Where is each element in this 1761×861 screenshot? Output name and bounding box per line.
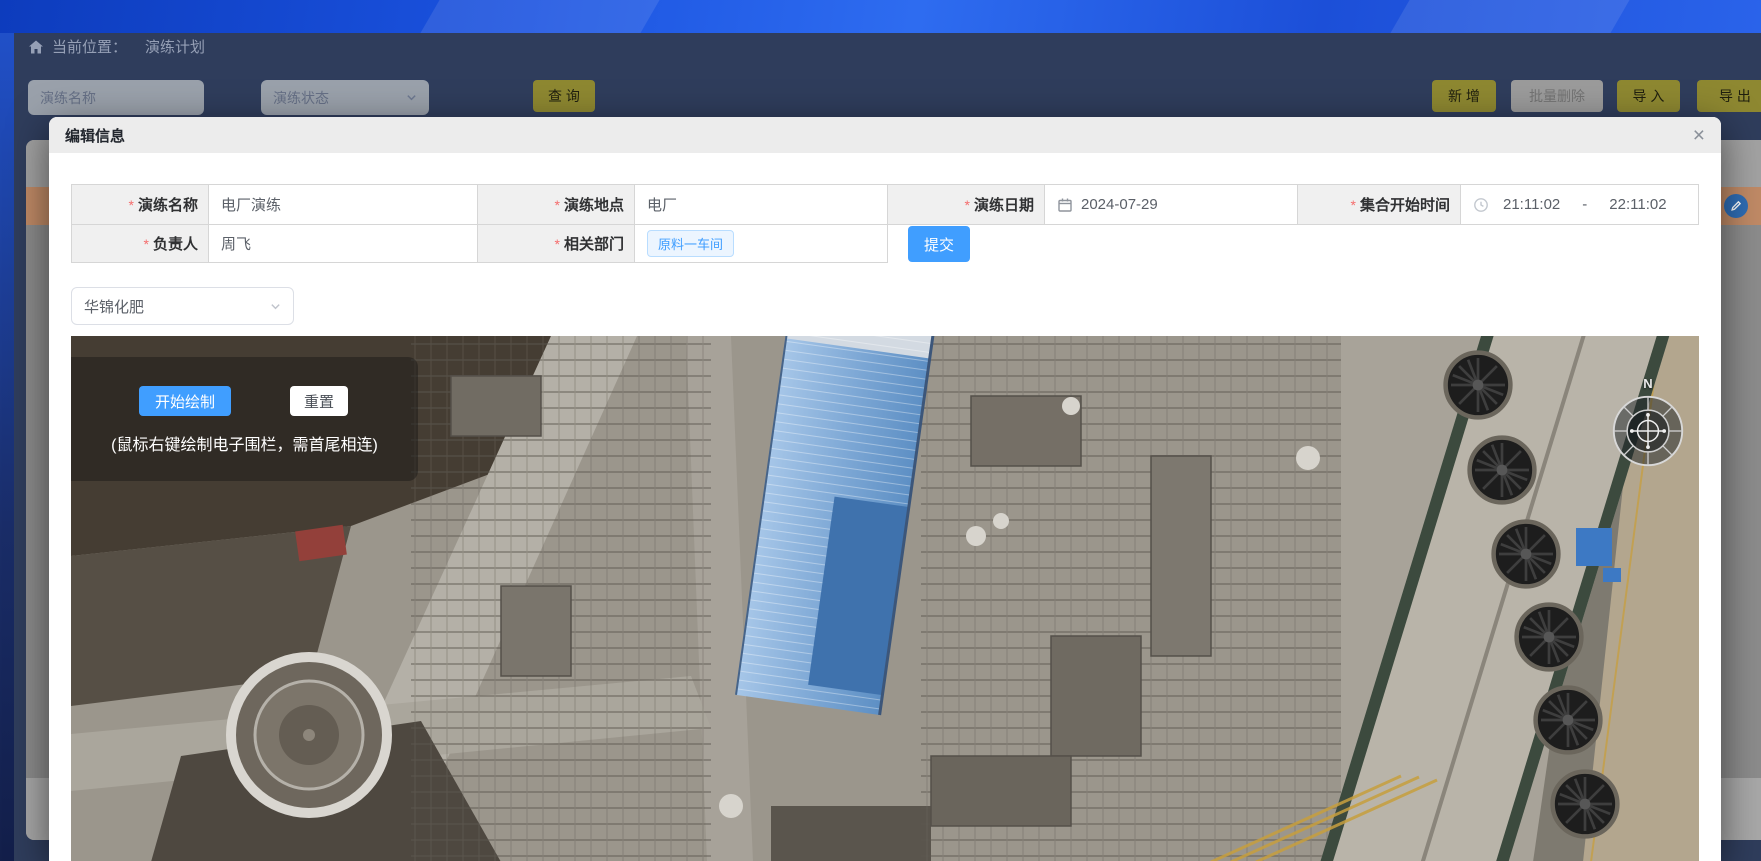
drill-date-picker[interactable]: 2024-07-29 bbox=[1045, 185, 1298, 225]
drill-status-placeholder: 演练状态 bbox=[273, 88, 329, 108]
fence-draw-panel: 开始绘制 重置 (鼠标右键绘制电子围栏，需首尾相连) bbox=[71, 357, 418, 481]
close-icon[interactable]: × bbox=[1693, 125, 1705, 146]
time-separator: - bbox=[1582, 196, 1587, 213]
drill-status-select[interactable]: 演练状态 bbox=[261, 80, 429, 115]
search-button[interactable]: 查 询 bbox=[533, 80, 595, 112]
draw-hint-text: (鼠标右键绘制电子围栏，需首尾相连) bbox=[71, 431, 418, 455]
edit-pencil-icon bbox=[1730, 200, 1742, 212]
home-icon bbox=[28, 39, 44, 55]
drill-name-label: * 演练名称 bbox=[72, 185, 209, 225]
drill-name-value[interactable]: 电厂演练 bbox=[209, 185, 478, 225]
edit-info-dialog: 编辑信息 × * 演练名称 电厂演练 * 演练地点 电厂 bbox=[49, 117, 1721, 861]
compass-dial-icon bbox=[1610, 393, 1686, 469]
drill-form: * 演练名称 电厂演练 * 演练地点 电厂 * 演练日期 bbox=[71, 184, 1699, 263]
storage-tank bbox=[231, 657, 387, 813]
add-button[interactable]: 新 增 bbox=[1432, 80, 1496, 112]
drill-name-input[interactable] bbox=[28, 80, 204, 115]
dept-value[interactable]: 原料一车间 bbox=[635, 225, 888, 263]
import-button[interactable]: 导 入 bbox=[1617, 80, 1680, 112]
drill-place-value[interactable]: 电厂 bbox=[635, 185, 888, 225]
start-draw-button[interactable]: 开始绘制 bbox=[139, 386, 231, 416]
compass-north-label: N bbox=[1608, 376, 1688, 391]
time-start: 21:11:02 bbox=[1503, 196, 1560, 213]
export-button[interactable]: 导 出 bbox=[1697, 80, 1761, 112]
breadcrumb-current: 演练计划 bbox=[145, 36, 205, 57]
fence-drawing-map[interactable]: 开始绘制 重置 (鼠标右键绘制电子围栏，需首尾相连) N bbox=[71, 336, 1699, 861]
dialog-title: 编辑信息 bbox=[65, 125, 125, 146]
required-asterisk: * bbox=[144, 236, 149, 252]
company-select-value: 华锦化肥 bbox=[84, 296, 144, 317]
dialog-header: 编辑信息 × bbox=[49, 117, 1721, 153]
blue-container bbox=[1576, 528, 1612, 566]
dept-label: * 相关部门 bbox=[478, 225, 635, 263]
topbar-streak bbox=[1390, 0, 1629, 33]
required-asterisk: * bbox=[555, 236, 560, 252]
row-edit-button[interactable] bbox=[1724, 194, 1748, 218]
owner-value[interactable]: 周飞 bbox=[209, 225, 478, 263]
drill-date-label: * 演练日期 bbox=[888, 185, 1045, 225]
top-bar bbox=[0, 0, 1761, 33]
required-asterisk: * bbox=[1351, 197, 1356, 213]
company-select[interactable]: 华锦化肥 bbox=[71, 287, 294, 325]
time-end: 22:11:02 bbox=[1609, 196, 1666, 213]
reset-draw-button[interactable]: 重置 bbox=[290, 386, 348, 416]
assembly-time-label: * 集合开始时间 bbox=[1298, 185, 1461, 225]
required-asterisk: * bbox=[129, 197, 134, 213]
clock-icon bbox=[1473, 197, 1489, 213]
batch-delete-button[interactable]: 批量删除 bbox=[1511, 80, 1603, 112]
required-asterisk: * bbox=[555, 197, 560, 213]
dept-tag[interactable]: 原料一车间 bbox=[647, 230, 734, 257]
chevron-down-icon bbox=[270, 301, 281, 312]
drill-place-label: * 演练地点 bbox=[478, 185, 635, 225]
chevron-down-icon bbox=[406, 92, 417, 103]
submit-button[interactable]: 提交 bbox=[908, 226, 970, 262]
submit-area: 提交 bbox=[888, 225, 1699, 263]
breadcrumb: 当前位置： 演练计划 bbox=[28, 36, 205, 57]
topbar-streak bbox=[420, 0, 659, 33]
dialog-body: * 演练名称 电厂演练 * 演练地点 电厂 * 演练日期 bbox=[49, 184, 1721, 861]
owner-label: * 负责人 bbox=[72, 225, 209, 263]
app-root: 当前位置： 演练计划 演练状态 查 询 新 增 批量删除 导 入 导 出 编辑信… bbox=[0, 0, 1761, 861]
breadcrumb-prefix: 当前位置： bbox=[52, 36, 127, 57]
required-asterisk: * bbox=[965, 197, 970, 213]
calendar-icon bbox=[1057, 197, 1073, 213]
map-compass[interactable]: N bbox=[1608, 376, 1688, 474]
left-edge-strip bbox=[0, 33, 14, 861]
assembly-time-range-picker[interactable]: 21:11:02 - 22:11:02 bbox=[1461, 185, 1699, 225]
